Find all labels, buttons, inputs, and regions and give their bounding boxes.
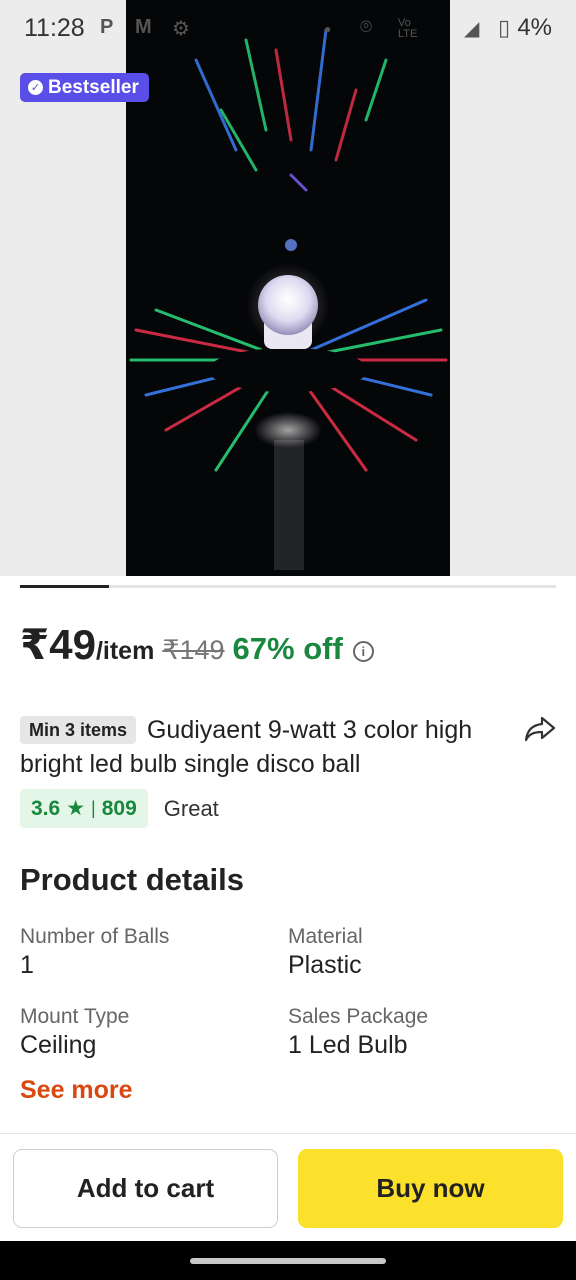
buy-now-button[interactable]: Buy now [298, 1149, 563, 1228]
rating-row[interactable]: 3.6 ★ | 809 Great [20, 789, 219, 828]
signal-icon: ◢ [464, 18, 480, 40]
rating-separator: | [91, 798, 96, 818]
spec-key: Number of Balls [20, 925, 170, 948]
star-icon: ★ [66, 797, 86, 820]
rating-value: 3.6 [31, 796, 61, 820]
add-to-cart-button[interactable]: Add to cart [13, 1149, 278, 1228]
p-icon: P [100, 16, 114, 38]
bestseller-label: Bestseller [48, 76, 139, 98]
price-unit: /item [95, 637, 155, 665]
spec-key: Material [288, 925, 363, 948]
spec-number-of-balls: Number of Balls 1 [20, 923, 260, 979]
volte-icon: Vo LTE [398, 17, 418, 40]
home-gesture-handle[interactable] [190, 1258, 386, 1264]
settings-icon: ⚙ [172, 18, 190, 40]
spec-mount-type: Mount Type Ceiling [20, 1003, 260, 1059]
spec-value: Plastic [288, 951, 362, 979]
bottom-action-bar: Add to cart Buy now [0, 1133, 576, 1241]
product-photo[interactable] [126, 0, 450, 576]
status-bar: 11:28 P M ⚙ ● ⌾ Vo LTE ◢ ▯ 4% [0, 0, 576, 58]
carousel-indicator-active [20, 585, 109, 588]
carousel-indicator [20, 585, 556, 588]
spec-value: 1 [20, 951, 34, 979]
see-more-link[interactable]: See more [20, 1076, 133, 1105]
battery-percent: 4% [517, 14, 552, 41]
status-time: 11:28 [24, 14, 85, 42]
system-navigation-bar [0, 1241, 576, 1280]
rating-chip[interactable]: 3.6 ★ | 809 [20, 789, 148, 828]
battery-icon: ▯ [498, 15, 511, 40]
price-row: ₹49 /item ₹149 67% off i [20, 620, 374, 669]
dot-icon: ● [324, 22, 332, 36]
share-icon[interactable] [523, 713, 557, 745]
spec-key: Sales Package [288, 1005, 429, 1028]
rating-count: 809 [101, 796, 137, 820]
rating-word: Great [163, 795, 219, 821]
m-icon: M [135, 16, 152, 38]
spec-material: Material Plastic [288, 923, 528, 979]
original-price: ₹149 [162, 635, 225, 665]
min-items-badge: Min 3 items [20, 716, 137, 744]
product-title-block: Min 3 items Gudiyaent 9-watt 3 color hig… [20, 713, 510, 781]
verified-check-icon: ✓ [28, 80, 43, 95]
location-icon: ⌾ [360, 16, 372, 38]
spec-key: Mount Type [20, 1005, 130, 1028]
bestseller-badge: ✓ Bestseller [20, 73, 149, 102]
disco-ball-photo [126, 0, 450, 576]
spec-value: Ceiling [20, 1031, 97, 1059]
selling-price: ₹49 [20, 621, 96, 668]
info-icon[interactable]: i [352, 641, 374, 662]
spec-sales-package: Sales Package 1 Led Bulb [288, 1003, 528, 1059]
product-details-heading: Product details [20, 862, 244, 897]
spec-value: 1 Led Bulb [288, 1031, 408, 1059]
discount-label: 67% off [232, 631, 343, 666]
